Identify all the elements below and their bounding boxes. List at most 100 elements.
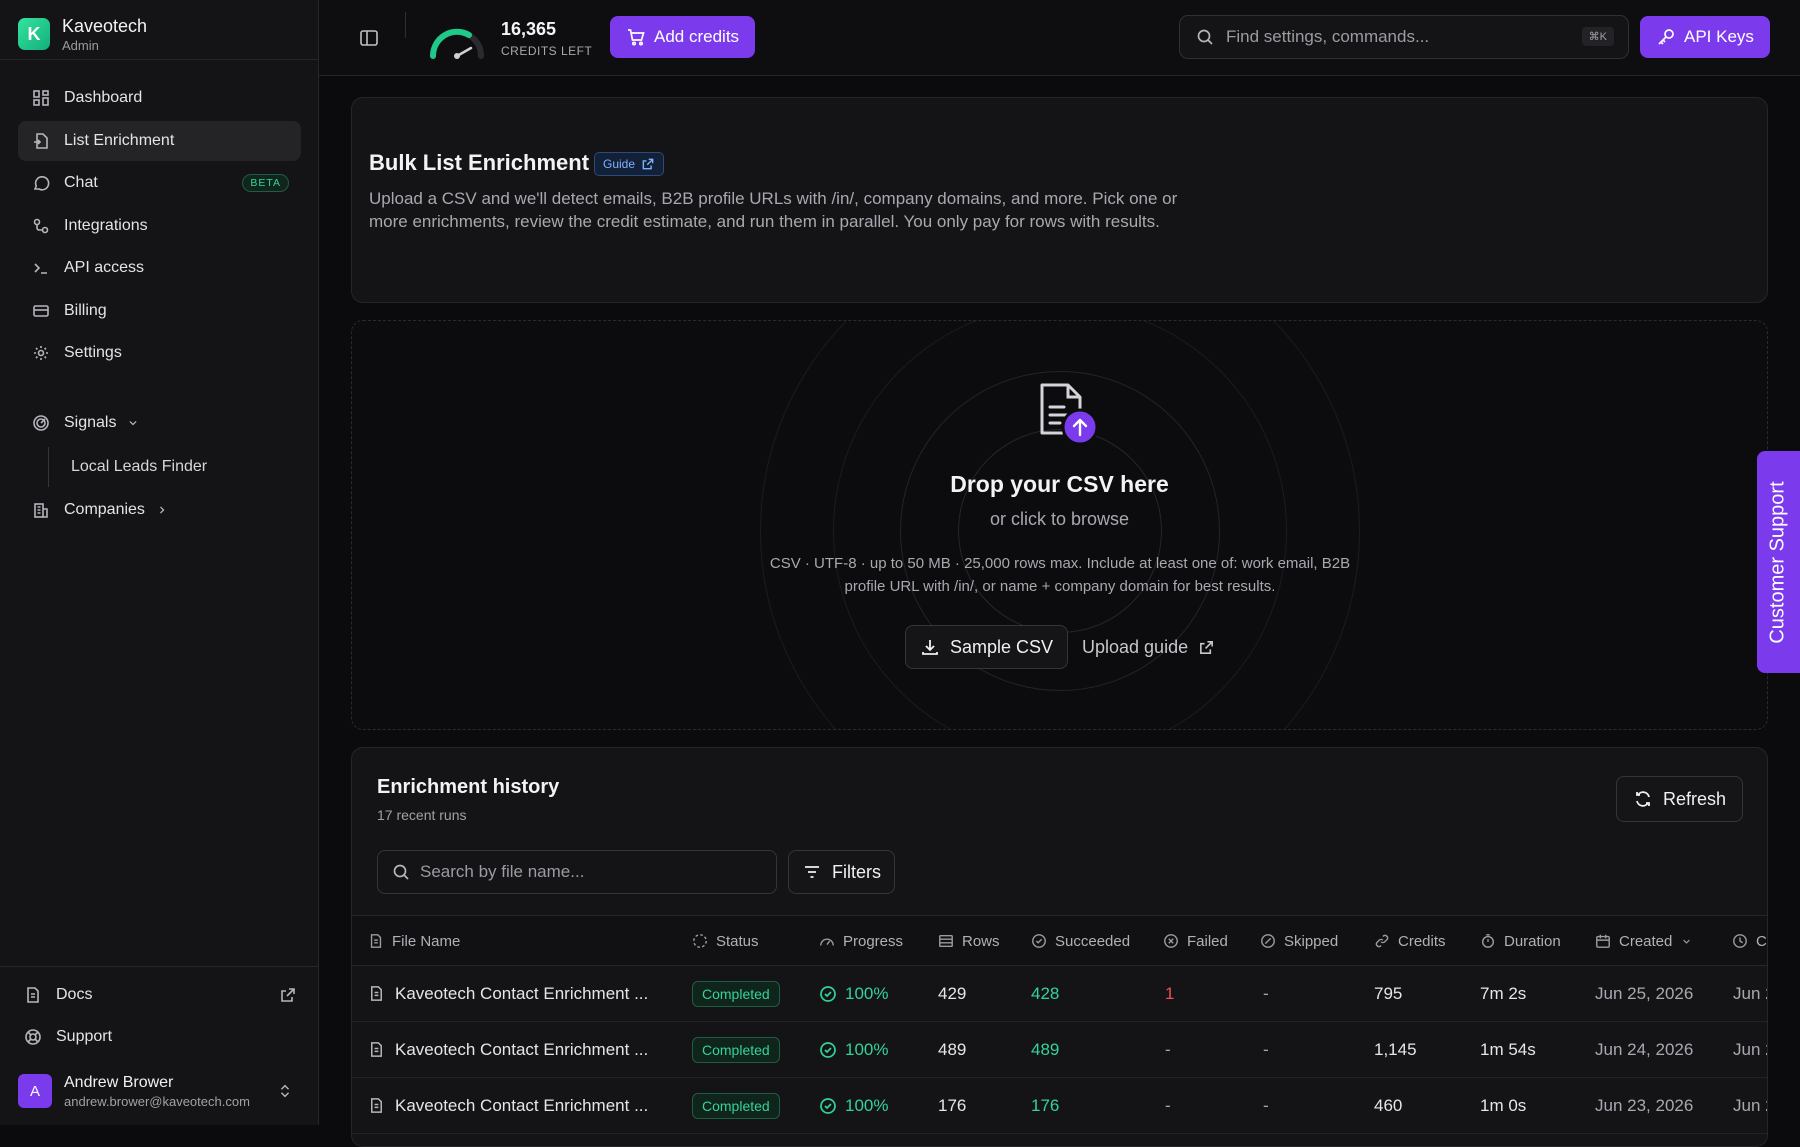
dropzone-title: Drop your CSV here (950, 471, 1169, 497)
table-header: File Name Status Progress Rows Succeeded… (352, 915, 1767, 966)
gauge-icon (429, 28, 484, 59)
nav-label: Integrations (64, 216, 148, 234)
table-row[interactable]: Kaveotech Contact Enrichment ... Complet… (352, 1022, 1767, 1078)
nav-item-signals[interactable]: Signals (18, 403, 301, 443)
nav-label: List Enrichment (64, 131, 175, 149)
decorative-ring (958, 429, 1162, 633)
customer-support-tab[interactable]: Customer Support (1757, 451, 1800, 673)
chevron-down-icon (129, 421, 138, 426)
column-header-created[interactable]: Created (1595, 916, 1693, 966)
column-header-duration[interactable]: Duration (1480, 916, 1561, 966)
nav-item-chat[interactable]: Chat BETA (18, 163, 301, 203)
nav-item-local-leads-finder[interactable]: Local Leads Finder (48, 447, 207, 487)
divider (0, 966, 318, 967)
file-name[interactable]: Kaveotech Contact Enrichment ... (395, 984, 648, 1004)
credits-gauge (427, 18, 487, 60)
sample-csv-button[interactable]: Sample CSV (905, 625, 1069, 669)
refresh-button[interactable]: Refresh (1615, 776, 1743, 822)
nav-item-companies[interactable]: Companies (18, 490, 301, 530)
cart-icon (628, 29, 645, 46)
workspace-switcher[interactable]: K Kaveotech Admin (18, 14, 147, 54)
table-row[interactable]: Kaveotech Contact Enrichment ... Complet… (352, 1078, 1767, 1134)
nav-item-settings[interactable]: Settings (18, 333, 301, 373)
column-header-credits[interactable]: Credits (1374, 916, 1446, 966)
sidebar-toggle-button[interactable] (359, 28, 379, 48)
chevron-down-icon (1683, 939, 1691, 944)
cell-status: Completed (692, 966, 780, 1021)
topbar: 16,365 CREDITS LEFT Add credits ⌘K API K… (319, 0, 1800, 76)
filters-label: Filters (832, 861, 881, 882)
x-circle-icon (1164, 934, 1178, 948)
column-header-progress[interactable]: Progress (819, 916, 903, 966)
guide-link[interactable]: Guide (594, 152, 665, 176)
guide-label: Guide (603, 157, 636, 171)
building-icon (34, 503, 48, 518)
cell-status: Completed (692, 1022, 780, 1077)
nav-label: Settings (64, 344, 122, 361)
add-credits-label: Add credits (654, 27, 740, 46)
chat-bubble-icon (33, 176, 50, 191)
nav-label: API access (64, 259, 145, 276)
key-icon (1658, 29, 1674, 45)
column-label: Credits (1398, 932, 1446, 950)
column-header-status[interactable]: Status (692, 916, 759, 966)
rows-icon (939, 934, 953, 948)
history-title: Enrichment history (377, 776, 560, 798)
progress-value: 100% (845, 1095, 889, 1115)
dropzone-subtitle: or click to browse (989, 509, 1130, 529)
nav-item-integrations[interactable]: Integrations (18, 206, 301, 246)
enrichment-history: Enrichment history 17 recent runs Refres… (351, 747, 1768, 1147)
nav-item-billing[interactable]: Billing (18, 291, 301, 331)
file-search-input[interactable] (420, 862, 760, 882)
search-icon (1197, 29, 1213, 45)
column-header-completed[interactable]: C (1732, 916, 1767, 966)
search-icon (393, 864, 409, 880)
user-email: andrew.brower@kaveotech.com (64, 1093, 250, 1109)
cell-failed: 1 (1165, 983, 1175, 1003)
user-menu[interactable]: A Andrew Brower andrew.brower@kaveotech.… (18, 1070, 301, 1112)
check-circle-icon (820, 1097, 836, 1114)
filters-button[interactable]: Filters (788, 850, 895, 894)
column-label: File Name (392, 932, 461, 950)
calendar-icon (1596, 934, 1610, 948)
user-name: Andrew Brower (64, 1073, 174, 1091)
file-name[interactable]: Kaveotech Contact Enrichment ... (395, 1096, 648, 1116)
csv-dropzone[interactable]: Drop your CSV here or click to browse CS… (351, 320, 1768, 730)
column-header-rows[interactable]: Rows (938, 916, 1000, 966)
history-table: File Name Status Progress Rows Succeeded… (352, 915, 1767, 1134)
document-icon (371, 986, 382, 1001)
command-search[interactable]: ⌘K (1179, 15, 1629, 59)
add-credits-button[interactable]: Add credits (610, 16, 756, 58)
command-search-input[interactable] (1226, 27, 1566, 47)
check-circle-icon (1032, 934, 1046, 948)
table-row[interactable]: Kaveotech Contact Enrichment ... Complet… (352, 966, 1767, 1022)
file-search[interactable] (377, 850, 777, 894)
cell-skipped: - (1263, 983, 1269, 1003)
gear-icon (34, 346, 48, 360)
column-header-file-name[interactable]: File Name (368, 916, 460, 966)
cell-skipped: - (1263, 1039, 1269, 1059)
upload-guide-link[interactable]: Upload guide (1082, 625, 1215, 669)
terminal-icon (34, 263, 47, 274)
external-link-icon (1200, 640, 1214, 654)
workspace-name: Kaveotech (62, 15, 148, 36)
nav-item-api-access[interactable]: API access (18, 248, 301, 288)
column-header-skipped[interactable]: Skipped (1260, 916, 1338, 966)
credits-value: 16,365 (501, 19, 557, 39)
download-icon (922, 640, 938, 655)
customer-support-label: Customer Support (1767, 480, 1790, 644)
docs-link[interactable]: Docs (18, 975, 301, 1015)
nav-item-list-enrichment[interactable]: List Enrichment (18, 120, 301, 161)
column-header-succeeded[interactable]: Succeeded (1031, 916, 1130, 966)
signals-group: Signals Local Leads Finder (18, 403, 301, 487)
nav-item-dashboard[interactable]: Dashboard (18, 78, 301, 118)
api-keys-button[interactable]: API Keys (1640, 16, 1770, 58)
column-header-failed[interactable]: Failed (1163, 916, 1228, 966)
column-label: C (1756, 932, 1767, 950)
cell-credits: 795 (1374, 983, 1403, 1003)
clock-icon (1733, 934, 1747, 948)
document-icon (27, 987, 39, 1003)
file-name[interactable]: Kaveotech Contact Enrichment ... (395, 1040, 648, 1060)
cell-completed: Jun 2 (1733, 1039, 1767, 1059)
support-link[interactable]: Support (18, 1017, 301, 1057)
